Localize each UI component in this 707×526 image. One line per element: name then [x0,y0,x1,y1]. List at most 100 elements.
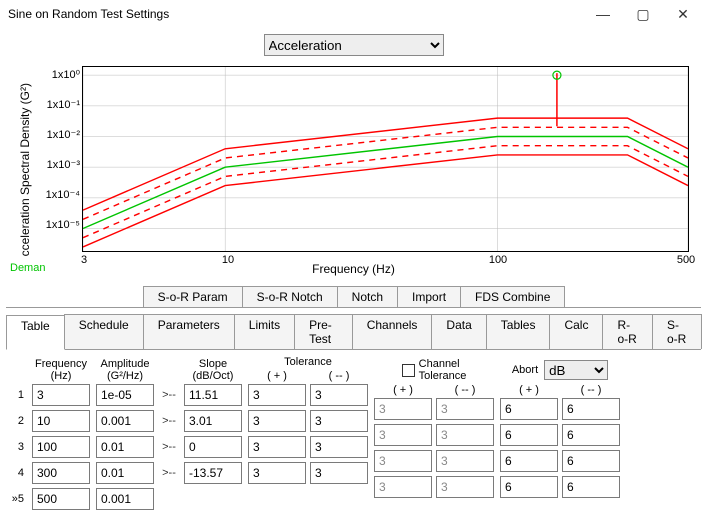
freq-input[interactable] [32,462,90,484]
chtol-plus-input [374,424,432,446]
ytick: 1x10⁻⁵ [20,218,80,231]
sub-plus: ( + ) [500,384,558,398]
tol-minus-input[interactable] [310,410,368,432]
freq-input[interactable] [32,384,90,406]
ytick: 1x10⁻⁴ [20,188,80,201]
abort-plus-input[interactable] [500,424,558,446]
chtol-plus-input [374,398,432,420]
chart: cceleration Spectral Density (G²) Deman … [10,60,697,280]
chtol-minus-input [436,450,494,472]
x-axis-label: Frequency (Hz) [312,262,395,276]
col-header-slope: Slope(dB/Oct) [184,356,242,384]
tab-sor-param[interactable]: S-o-R Param [143,286,243,307]
tab-sor-notch[interactable]: S-o-R Notch [242,286,338,307]
col-header-frequency: Frequency(Hz) [32,356,90,384]
quantity-select[interactable]: Acceleration [264,34,444,56]
tab-sor[interactable]: S-o-R [652,314,702,349]
tab-parameters[interactable]: Parameters [143,314,235,349]
chtol-minus-input [436,424,494,446]
tol-plus-input[interactable] [248,462,306,484]
amp-input[interactable] [96,384,154,406]
amp-input[interactable] [96,410,154,432]
tab-table[interactable]: Table [6,315,65,350]
arrow-icon: >-- [160,410,178,432]
sub-minus: ( -- ) [562,384,620,398]
abort-plus-input[interactable] [500,398,558,420]
channel-tolerance-toggle[interactable]: ChannelTolerance [374,356,494,384]
amp-input[interactable] [96,436,154,458]
ytick: 1x10⁻¹ [20,98,80,111]
slope-input[interactable] [184,462,242,484]
tab-ror[interactable]: R-o-R [602,314,652,349]
tab-fds-combine[interactable]: FDS Combine [460,286,565,307]
abort-plus-input[interactable] [500,450,558,472]
chtol-plus-input [374,450,432,472]
xtick: 3 [81,254,87,266]
abort-minus-input[interactable] [562,398,620,420]
window-title: Sine on Random Test Settings [8,7,583,21]
tab-channels[interactable]: Channels [352,314,433,349]
sub-plus: ( + ) [374,384,432,398]
row-number: 2 [10,410,26,432]
chtol-minus-input [436,398,494,420]
tab-limits[interactable]: Limits [234,314,295,349]
tab-data[interactable]: Data [431,314,486,349]
arrow-icon: >-- [160,436,178,458]
chtol-plus-input [374,476,432,498]
minimize-button[interactable]: — [583,0,623,28]
sub-minus: ( -- ) [436,384,494,398]
slope-input[interactable] [184,436,242,458]
tab-schedule[interactable]: Schedule [64,314,144,349]
maximize-button[interactable]: ▢ [623,0,663,28]
demand-legend: Deman [10,262,45,274]
row-number: 3 [10,436,26,458]
freq-input[interactable] [32,488,90,510]
row-number: 1 [10,384,26,406]
abort-plus-input[interactable] [500,476,558,498]
tab-notch[interactable]: Notch [337,286,398,307]
tab-import[interactable]: Import [397,286,461,307]
amp-input[interactable] [96,462,154,484]
row-number: » 5 [10,488,26,510]
sub-minus: ( -- ) [310,370,368,384]
tab-calc[interactable]: Calc [549,314,603,349]
row-number: 4 [10,462,26,484]
ytick: 1x10⁰ [20,68,80,81]
tab-tables[interactable]: Tables [486,314,551,349]
tol-plus-input[interactable] [248,410,306,432]
tol-minus-input[interactable] [310,436,368,458]
arrow-icon: >-- [160,384,178,406]
ytick: 1x10⁻³ [20,158,80,171]
tol-plus-input[interactable] [248,384,306,406]
abort-minus-input[interactable] [562,424,620,446]
xtick: 500 [677,254,695,266]
tol-minus-input[interactable] [310,384,368,406]
slope-input[interactable] [184,384,242,406]
tol-minus-input[interactable] [310,462,368,484]
arrow-icon: >-- [160,462,178,484]
abort-minus-input[interactable] [562,476,620,498]
tol-plus-input[interactable] [248,436,306,458]
sub-plus: ( + ) [248,370,306,384]
tabs-lower: Table Schedule Parameters Limits Pre-Tes… [6,314,701,350]
freq-input[interactable] [32,436,90,458]
slope-input[interactable] [184,410,242,432]
col-header-amplitude: Amplitude(G²/Hz) [96,356,154,384]
tab-pretest[interactable]: Pre-Test [294,314,353,349]
col-header-abort: Abort [512,364,538,376]
plot-area[interactable] [82,66,689,252]
col-header-tolerance: Tolerance [248,356,368,370]
titlebar: Sine on Random Test Settings — ▢ ✕ [0,0,707,28]
ytick: 1x10⁻² [20,128,80,141]
xtick: 10 [222,254,234,266]
amp-input[interactable] [96,488,154,510]
chtol-minus-input [436,476,494,498]
abort-unit-select[interactable]: dB [544,360,608,380]
tabs-upper: S-o-R Param S-o-R Notch Notch Import FDS… [6,286,701,308]
xtick: 100 [489,254,507,266]
freq-input[interactable] [32,410,90,432]
breakpoint-table: 1 2 3 4 » 5 Frequency(Hz) Amplitude(G²/H… [6,350,701,520]
close-button[interactable]: ✕ [663,0,703,28]
checkbox-icon[interactable] [402,364,415,377]
abort-minus-input[interactable] [562,450,620,472]
